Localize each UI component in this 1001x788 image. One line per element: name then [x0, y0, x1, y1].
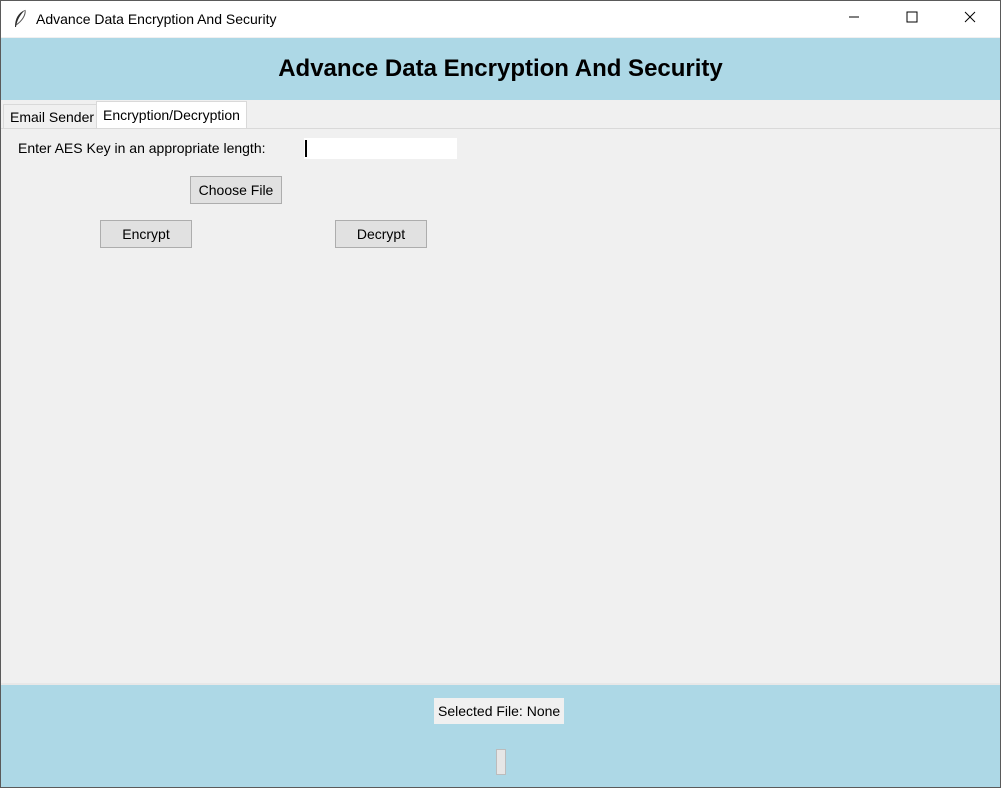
- progress-bar: [496, 749, 506, 775]
- minimize-icon: [848, 11, 860, 27]
- aes-key-label: Enter AES Key in an appropriate length:: [18, 140, 266, 156]
- feather-icon: [12, 9, 28, 29]
- decrypt-button[interactable]: Decrypt: [335, 220, 427, 248]
- text-caret: [305, 140, 307, 157]
- window-title: Advance Data Encryption And Security: [36, 11, 277, 27]
- app-window: Advance Data Encryption And Security Adv…: [0, 0, 1001, 788]
- encrypt-button[interactable]: Encrypt: [100, 220, 192, 248]
- close-button[interactable]: [941, 1, 999, 37]
- title-bar[interactable]: Advance Data Encryption And Security: [1, 1, 1000, 37]
- maximize-button[interactable]: [883, 1, 941, 37]
- aes-key-input[interactable]: [303, 137, 458, 160]
- tab-divider: [1, 128, 1000, 129]
- minimize-button[interactable]: [825, 1, 883, 37]
- maximize-icon: [906, 11, 918, 27]
- header-banner: Advance Data Encryption And Security: [1, 38, 1000, 100]
- tab-encryption-decryption[interactable]: Encryption/Decryption: [96, 101, 247, 129]
- selected-file-label: Selected File: None: [434, 698, 565, 724]
- tab-email-sender[interactable]: Email Sender: [3, 104, 102, 129]
- choose-file-button[interactable]: Choose File: [190, 176, 282, 204]
- page-title: Advance Data Encryption And Security: [278, 55, 723, 82]
- close-icon: [964, 11, 976, 27]
